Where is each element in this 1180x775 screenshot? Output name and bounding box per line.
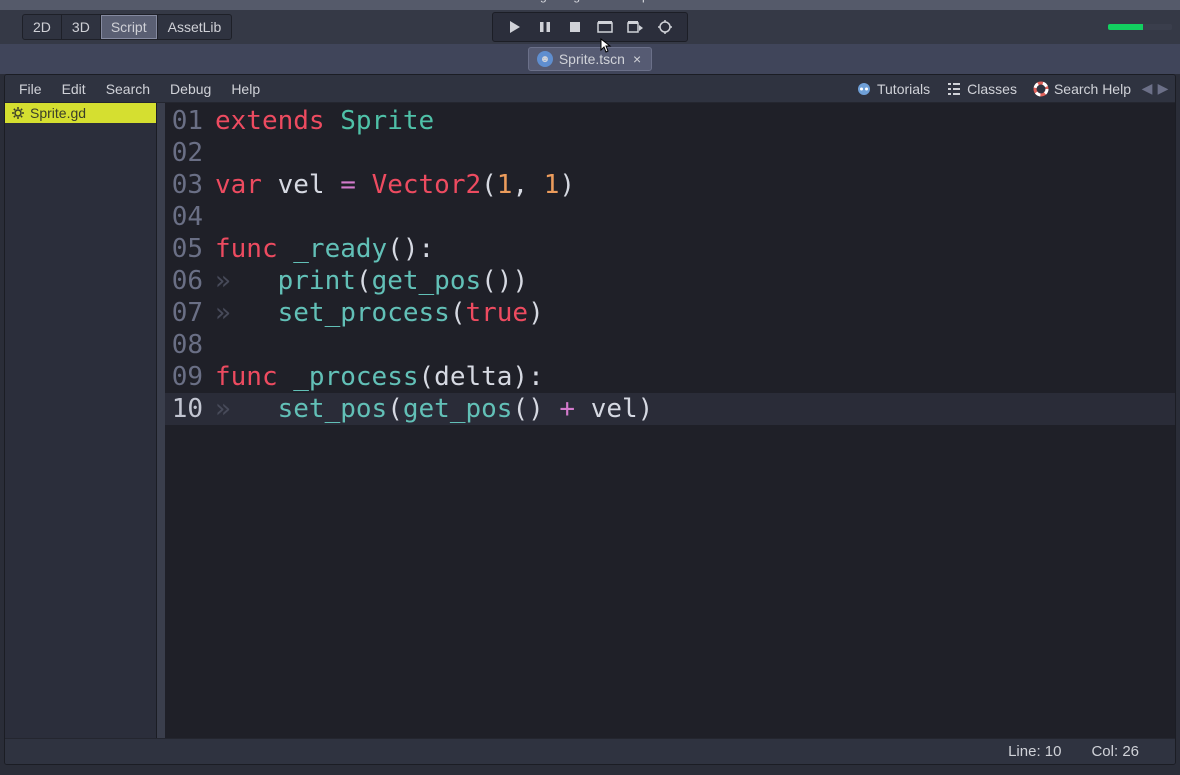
code-line[interactable]: 05func _ready(): bbox=[165, 233, 1175, 265]
code-line[interactable]: 03var vel = Vector2(1, 1) bbox=[165, 169, 1175, 201]
code-line[interactable]: 08 bbox=[165, 329, 1175, 361]
status-line: Line: 10 bbox=[1008, 743, 1061, 760]
nav-forward-icon[interactable]: ▶ bbox=[1155, 80, 1171, 97]
gear-icon bbox=[11, 106, 25, 120]
line-number: 08 bbox=[165, 329, 215, 361]
line-number: 06 bbox=[165, 265, 215, 297]
pause-icon[interactable] bbox=[535, 17, 555, 37]
scene-tab-strip: ☻ Sprite.tscn × bbox=[0, 44, 1180, 74]
menu-file[interactable]: File bbox=[9, 77, 52, 101]
status-col: Col: 26 bbox=[1091, 743, 1139, 760]
top-toolbar: 2D3DScriptAssetLib bbox=[0, 10, 1180, 44]
playback-controls bbox=[492, 12, 688, 42]
audio-meter bbox=[1108, 24, 1172, 30]
window-title: Godot Engine - godot101 - Sprite.tscn bbox=[489, 0, 690, 3]
script-name: Sprite.gd bbox=[30, 105, 86, 121]
help-tutorials[interactable]: Tutorials bbox=[848, 77, 938, 101]
scene-tab[interactable]: ☻ Sprite.tscn × bbox=[528, 47, 652, 71]
line-number: 01 bbox=[165, 105, 215, 137]
code-line[interactable]: 02 bbox=[165, 137, 1175, 169]
menu-debug[interactable]: Debug bbox=[160, 77, 221, 101]
viewport-2d[interactable]: 2D bbox=[23, 15, 62, 39]
code-line[interactable]: 10» set_pos(get_pos() + vel) bbox=[165, 393, 1175, 425]
code-column: 01extends Sprite0203var vel = Vector2(1,… bbox=[165, 103, 1175, 738]
code-line[interactable]: 01extends Sprite bbox=[165, 105, 1175, 137]
play-scene-icon[interactable] bbox=[595, 17, 615, 37]
window-title-bar: Godot Engine - godot101 - Sprite.tscn bbox=[0, 0, 1180, 10]
stop-icon[interactable] bbox=[565, 17, 585, 37]
code-line[interactable]: 07» set_process(true) bbox=[165, 297, 1175, 329]
script-list-item[interactable]: Sprite.gd bbox=[5, 103, 156, 123]
help-classes[interactable]: Classes bbox=[938, 77, 1025, 101]
line-number: 10 bbox=[165, 393, 215, 425]
viewport-switcher: 2D3DScriptAssetLib bbox=[22, 14, 232, 40]
play-custom-icon[interactable] bbox=[625, 17, 645, 37]
status-bar: Line: 10 Col: 26 bbox=[5, 738, 1175, 764]
editor-body: Sprite.gd 01extends Sprite0203var vel = … bbox=[5, 103, 1175, 738]
panel-splitter[interactable] bbox=[157, 103, 165, 738]
line-number: 09 bbox=[165, 361, 215, 393]
code-line[interactable]: 09func _process(delta): bbox=[165, 361, 1175, 393]
script-menu-bar: File Edit Search Debug Help Tutorials Cl… bbox=[5, 75, 1175, 103]
godot-icon: ☻ bbox=[537, 51, 553, 67]
close-icon[interactable]: × bbox=[631, 51, 643, 67]
script-editor: File Edit Search Debug Help Tutorials Cl… bbox=[4, 74, 1176, 765]
debug-icon[interactable] bbox=[655, 17, 675, 37]
code-editor[interactable]: 01extends Sprite0203var vel = Vector2(1,… bbox=[165, 103, 1175, 738]
script-list-panel: Sprite.gd bbox=[5, 103, 157, 738]
viewport-assetlib[interactable]: AssetLib bbox=[158, 15, 232, 39]
help-search[interactable]: Search Help bbox=[1025, 77, 1139, 101]
line-number: 04 bbox=[165, 201, 215, 233]
nav-back-icon[interactable]: ◀ bbox=[1139, 80, 1155, 97]
robot-icon bbox=[856, 81, 872, 97]
code-line[interactable]: 06» print(get_pos()) bbox=[165, 265, 1175, 297]
lifebuoy-icon bbox=[1033, 81, 1049, 97]
play-icon[interactable] bbox=[505, 17, 525, 37]
menu-help[interactable]: Help bbox=[221, 77, 270, 101]
line-number: 02 bbox=[165, 137, 215, 169]
viewport-3d[interactable]: 3D bbox=[62, 15, 101, 39]
viewport-script[interactable]: Script bbox=[101, 15, 158, 39]
code-line[interactable]: 04 bbox=[165, 201, 1175, 233]
line-number: 07 bbox=[165, 297, 215, 329]
line-number: 05 bbox=[165, 233, 215, 265]
menu-edit[interactable]: Edit bbox=[52, 77, 96, 101]
list-icon bbox=[946, 81, 962, 97]
line-number: 03 bbox=[165, 169, 215, 201]
scene-tab-label: Sprite.tscn bbox=[559, 51, 625, 67]
menu-search[interactable]: Search bbox=[96, 77, 160, 101]
